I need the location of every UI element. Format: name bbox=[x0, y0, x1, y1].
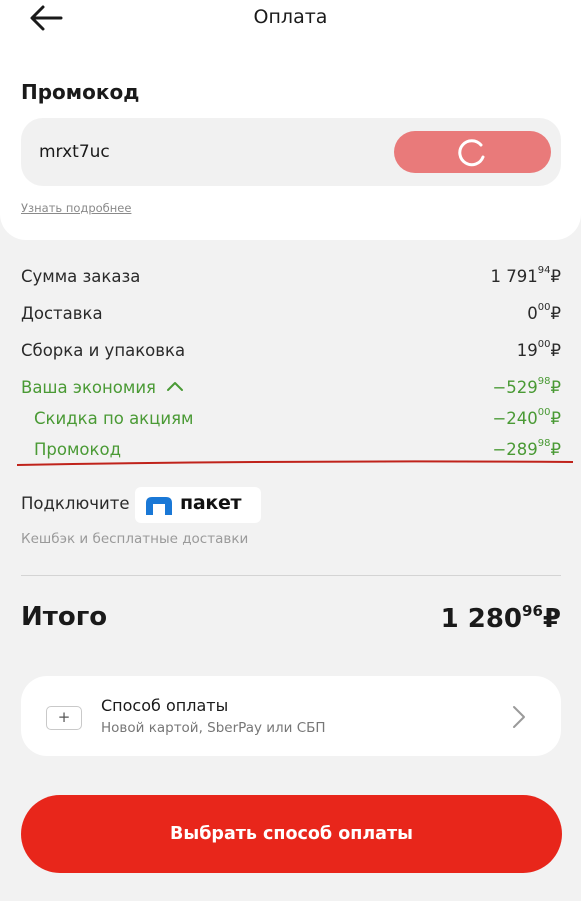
row-value: −52998₽ bbox=[492, 376, 561, 397]
packing-row: Сборка и упаковка 1900₽ bbox=[21, 339, 561, 367]
payment-method-selector[interactable]: + Способ оплаты Новой картой, SberPay ил… bbox=[21, 676, 561, 756]
header: Оплата bbox=[0, 0, 581, 40]
promo-code-input[interactable] bbox=[39, 138, 379, 166]
chevron-up-icon bbox=[166, 382, 183, 391]
row-value: 000₽ bbox=[527, 302, 561, 323]
apply-promo-button[interactable] bbox=[394, 131, 551, 173]
loading-spinner-icon bbox=[458, 139, 485, 167]
promo-discount-row: Скидка по акциям −24000₽ bbox=[21, 407, 561, 435]
row-label: Сумма заказа bbox=[21, 267, 141, 286]
savings-toggle-row[interactable]: Ваша экономия −52998₽ bbox=[21, 376, 561, 404]
learn-more-link[interactable]: Узнать подробнее bbox=[21, 201, 131, 215]
chevron-right-icon bbox=[513, 706, 525, 728]
total-label: Итого bbox=[21, 602, 108, 632]
row-value: −28998₽ bbox=[492, 438, 561, 459]
add-card-icon: + bbox=[46, 706, 82, 730]
choose-payment-button[interactable]: Выбрать способ оплаты bbox=[21, 795, 562, 873]
delivery-row: Доставка 000₽ bbox=[21, 302, 561, 330]
annotation-underline bbox=[17, 460, 573, 466]
row-value: −24000₽ bbox=[492, 407, 561, 428]
row-label: Скидка по акциям bbox=[34, 409, 194, 428]
payment-method-subtitle: Новой картой, SberPay или СБП bbox=[101, 720, 326, 736]
page-title: Оплата bbox=[253, 6, 328, 28]
payment-method-title: Способ оплаты bbox=[101, 696, 229, 715]
row-label: Промокод bbox=[34, 440, 121, 459]
row-label: Сборка и упаковка bbox=[21, 341, 186, 360]
row-value: 1900₽ bbox=[516, 339, 561, 360]
promo-heading: Промокод bbox=[21, 80, 140, 104]
paket-connect-label: Подключите bbox=[21, 494, 130, 513]
total-value: 1 28096₽ bbox=[440, 602, 561, 634]
divider bbox=[21, 575, 561, 576]
paket-logo-icon bbox=[146, 497, 172, 515]
order-sum-row: Сумма заказа 1 79194₽ bbox=[21, 265, 561, 293]
cashback-text: Кешбэк и бесплатные доставки bbox=[21, 531, 249, 547]
row-label: Ваша экономия bbox=[21, 378, 184, 397]
promo-field-container bbox=[21, 118, 561, 186]
row-label: Доставка bbox=[21, 304, 103, 323]
row-value: 1 79194₽ bbox=[490, 265, 561, 286]
paket-logo[interactable]: пакет bbox=[135, 487, 261, 523]
paket-logo-text: пакет bbox=[180, 492, 242, 514]
